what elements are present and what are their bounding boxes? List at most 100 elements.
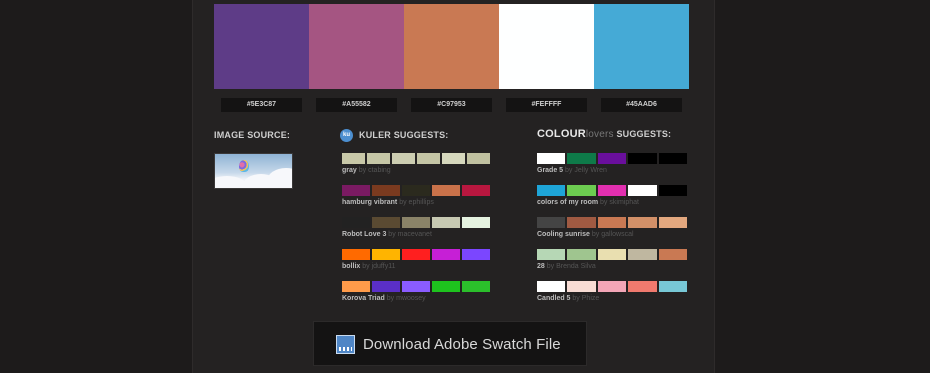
palette-color-chip <box>342 185 370 196</box>
kuler-palette-strip[interactable] <box>342 153 490 164</box>
hex-code-4[interactable]: #FEFFFF <box>506 98 587 112</box>
balloons-icon <box>239 160 249 172</box>
palette-color-chip <box>537 217 566 228</box>
palette-author[interactable]: jduffy11 <box>372 263 396 270</box>
palette-color-chip <box>342 249 370 260</box>
palette-color-chip <box>432 281 460 292</box>
swatch-file-icon <box>336 335 355 354</box>
swatch-4[interactable] <box>499 4 594 89</box>
palette-author[interactable]: ctabing <box>368 167 391 174</box>
colourlovers-title: COLOURlovers SUGGESTS: <box>537 128 671 140</box>
palette-color-chip <box>367 153 390 164</box>
hex-code-2[interactable]: #A55582 <box>316 98 397 112</box>
hex-code-5[interactable]: #45AAD6 <box>601 98 682 112</box>
colourlovers-palette-strip[interactable] <box>537 153 687 164</box>
kuler-palette-label[interactable]: hamburg vibrant by ephillips <box>342 199 434 206</box>
colourlovers-palette-label[interactable]: Grade 5 by Jelly Wren <box>537 167 607 174</box>
palette-color-chip <box>432 185 460 196</box>
palette-author[interactable]: Phize <box>582 295 600 302</box>
kuler-palette-strip[interactable] <box>342 281 490 292</box>
hex-code-1[interactable]: #5E3C87 <box>221 98 302 112</box>
swatch-2[interactable] <box>309 4 404 89</box>
palette-name[interactable]: Korova Triad <box>342 295 385 302</box>
colourlovers-brand: COLOUR <box>537 128 586 140</box>
image-source-thumbnail[interactable] <box>214 153 293 189</box>
palette-name[interactable]: Cooling sunrise <box>537 231 590 238</box>
palette-color-chip <box>462 249 490 260</box>
colourlovers-palette-strip[interactable] <box>537 185 687 196</box>
palette-author[interactable]: Jelly Wren <box>574 167 607 174</box>
colourlovers-palette-strip[interactable] <box>537 217 687 228</box>
hex-codes: #5E3C87 #A55582 #C97953 #FEFFFF #45AAD6 <box>214 98 689 112</box>
colourlovers-palette-label[interactable]: Cooling sunrise by gallowscal <box>537 231 634 238</box>
palette-color-chip <box>342 217 370 228</box>
kuler-palette-label[interactable]: gray by ctabing <box>342 167 391 174</box>
palette-color-chip <box>372 185 400 196</box>
palette-author[interactable]: ephillips <box>409 199 434 206</box>
download-swatch-button[interactable]: Download Adobe Swatch File <box>313 321 587 366</box>
palette-color-chip <box>597 281 627 292</box>
palette-color-chip <box>392 153 415 164</box>
palette-by: by <box>399 199 407 206</box>
colourlovers-palette-strip[interactable] <box>537 281 687 292</box>
kuler-palette-strip[interactable] <box>342 185 490 196</box>
swatch-1[interactable] <box>214 4 309 89</box>
palette-by: by <box>358 167 367 174</box>
palette-color-chip <box>402 281 430 292</box>
palette-name[interactable]: bollix <box>342 263 360 270</box>
palette-color-chip <box>417 153 440 164</box>
palette-color-chip <box>567 249 596 260</box>
palette-color-chip <box>628 185 657 196</box>
palette-by: by <box>591 231 600 238</box>
palette-color-chip <box>567 281 596 292</box>
colourlovers-palette-strip[interactable] <box>537 249 687 260</box>
kuler-logo-icon: ku <box>340 129 353 142</box>
image-source-title: IMAGE SOURCE: <box>214 130 291 140</box>
palette-color-chip <box>597 249 627 260</box>
palette-color-chip <box>597 153 627 164</box>
hex-code-3[interactable]: #C97953 <box>411 98 492 112</box>
palette-name[interactable]: Candled 5 <box>537 295 570 302</box>
kuler-palette-label[interactable]: Robot Love 3 by macevanet <box>342 231 432 238</box>
colourlovers-palette-label[interactable]: Candled 5 by Phize <box>537 295 599 302</box>
kuler-palette-label[interactable]: Korova Triad by mwoosey <box>342 295 426 302</box>
palette-color-chip <box>462 281 490 292</box>
palette-color-chip <box>537 185 566 196</box>
palette-color-chip <box>628 249 657 260</box>
palette-color-chip <box>658 249 687 260</box>
palette-author[interactable]: Brenda Silva <box>556 263 596 270</box>
palette-name[interactable]: gray <box>342 167 357 174</box>
palette-author[interactable]: mwoosey <box>396 295 426 302</box>
palette-color-chip <box>372 249 400 260</box>
palette-color-chip <box>597 185 627 196</box>
swatch-5[interactable] <box>594 4 689 89</box>
kuler-palette-label[interactable]: bollix by jduffy11 <box>342 263 395 270</box>
palette-color-chip <box>537 153 566 164</box>
colourlovers-palette-label[interactable]: colors of my room by skimiphat <box>537 199 639 206</box>
kuler-palette-strip[interactable] <box>342 249 490 260</box>
palette-name[interactable]: 28 <box>537 263 545 270</box>
palette-by: by <box>386 295 395 302</box>
palette-color-chip <box>342 281 370 292</box>
palette-color-chip <box>402 185 430 196</box>
palette-by: by <box>362 263 370 270</box>
palette-swatches <box>214 4 689 89</box>
palette-author[interactable]: gallowscal <box>601 231 633 238</box>
download-label: Download Adobe Swatch File <box>363 336 561 353</box>
colourlovers-palette-label[interactable]: 28 by Brenda Silva <box>537 263 596 270</box>
palette-color-chip <box>402 249 430 260</box>
colourlovers-lovers: lovers <box>585 129 614 140</box>
palette-name[interactable]: Grade 5 <box>537 167 563 174</box>
palette-color-chip <box>402 217 430 228</box>
palette-name[interactable]: hamburg vibrant <box>342 199 397 206</box>
palette-name[interactable]: Robot Love 3 <box>342 231 386 238</box>
kuler-palette-strip[interactable] <box>342 217 490 228</box>
palette-author[interactable]: skimiphat <box>609 199 639 206</box>
palette-name[interactable]: colors of my room <box>537 199 598 206</box>
palette-color-chip <box>567 217 596 228</box>
palette-color-chip <box>628 281 657 292</box>
swatch-3[interactable] <box>404 4 499 89</box>
palette-author[interactable]: macevanet <box>398 231 432 238</box>
palette-color-chip <box>442 153 465 164</box>
palette-by: by <box>565 167 573 174</box>
